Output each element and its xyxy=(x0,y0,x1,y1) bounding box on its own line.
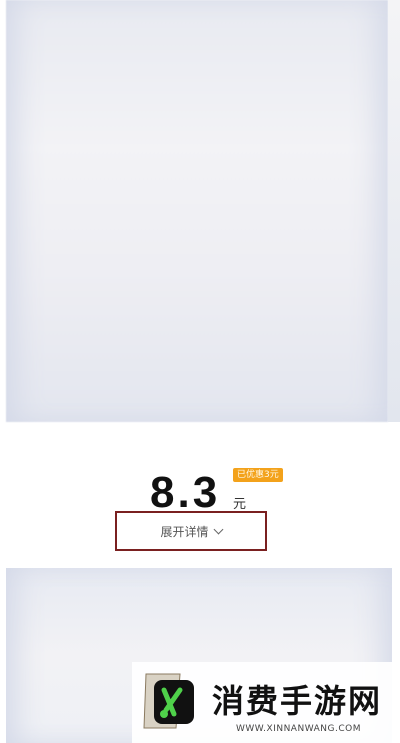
side-strip xyxy=(388,0,400,422)
price-unit: 元 xyxy=(233,497,247,512)
watermark-url: WWW.XINNANWANG.COM xyxy=(236,724,361,734)
site-logo-icon xyxy=(143,673,194,729)
chevron-down-icon xyxy=(213,524,223,534)
expand-details-button[interactable]: 展开详情 xyxy=(115,511,267,551)
blurred-product-image-top xyxy=(6,0,388,422)
discount-badge: 已优惠3元 xyxy=(233,468,283,482)
expand-details-label: 展开详情 xyxy=(160,524,209,539)
watermark-title: 消费手游网 xyxy=(212,682,383,720)
